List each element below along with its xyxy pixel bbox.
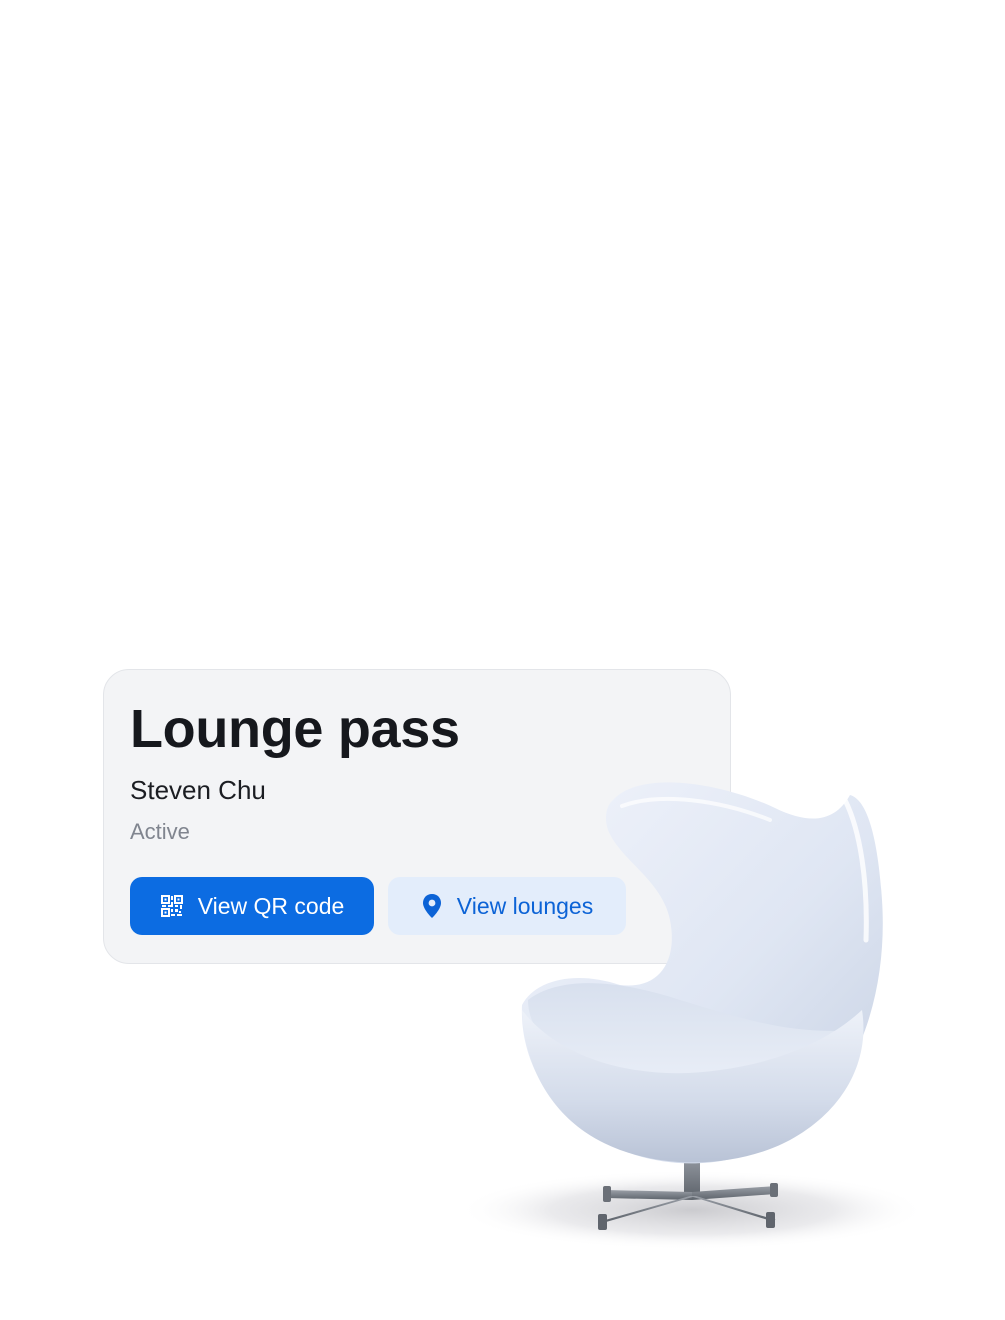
qr-code-icon xyxy=(160,894,184,918)
pass-holder-name: Steven Chu xyxy=(130,775,266,805)
view-qr-code-button[interactable]: View QR code xyxy=(130,877,374,935)
pass-status: Active xyxy=(130,819,190,844)
egg-chair-illustration xyxy=(457,782,927,1250)
card-title: Lounge pass xyxy=(130,699,460,759)
view-qr-code-label: View QR code xyxy=(197,892,345,919)
